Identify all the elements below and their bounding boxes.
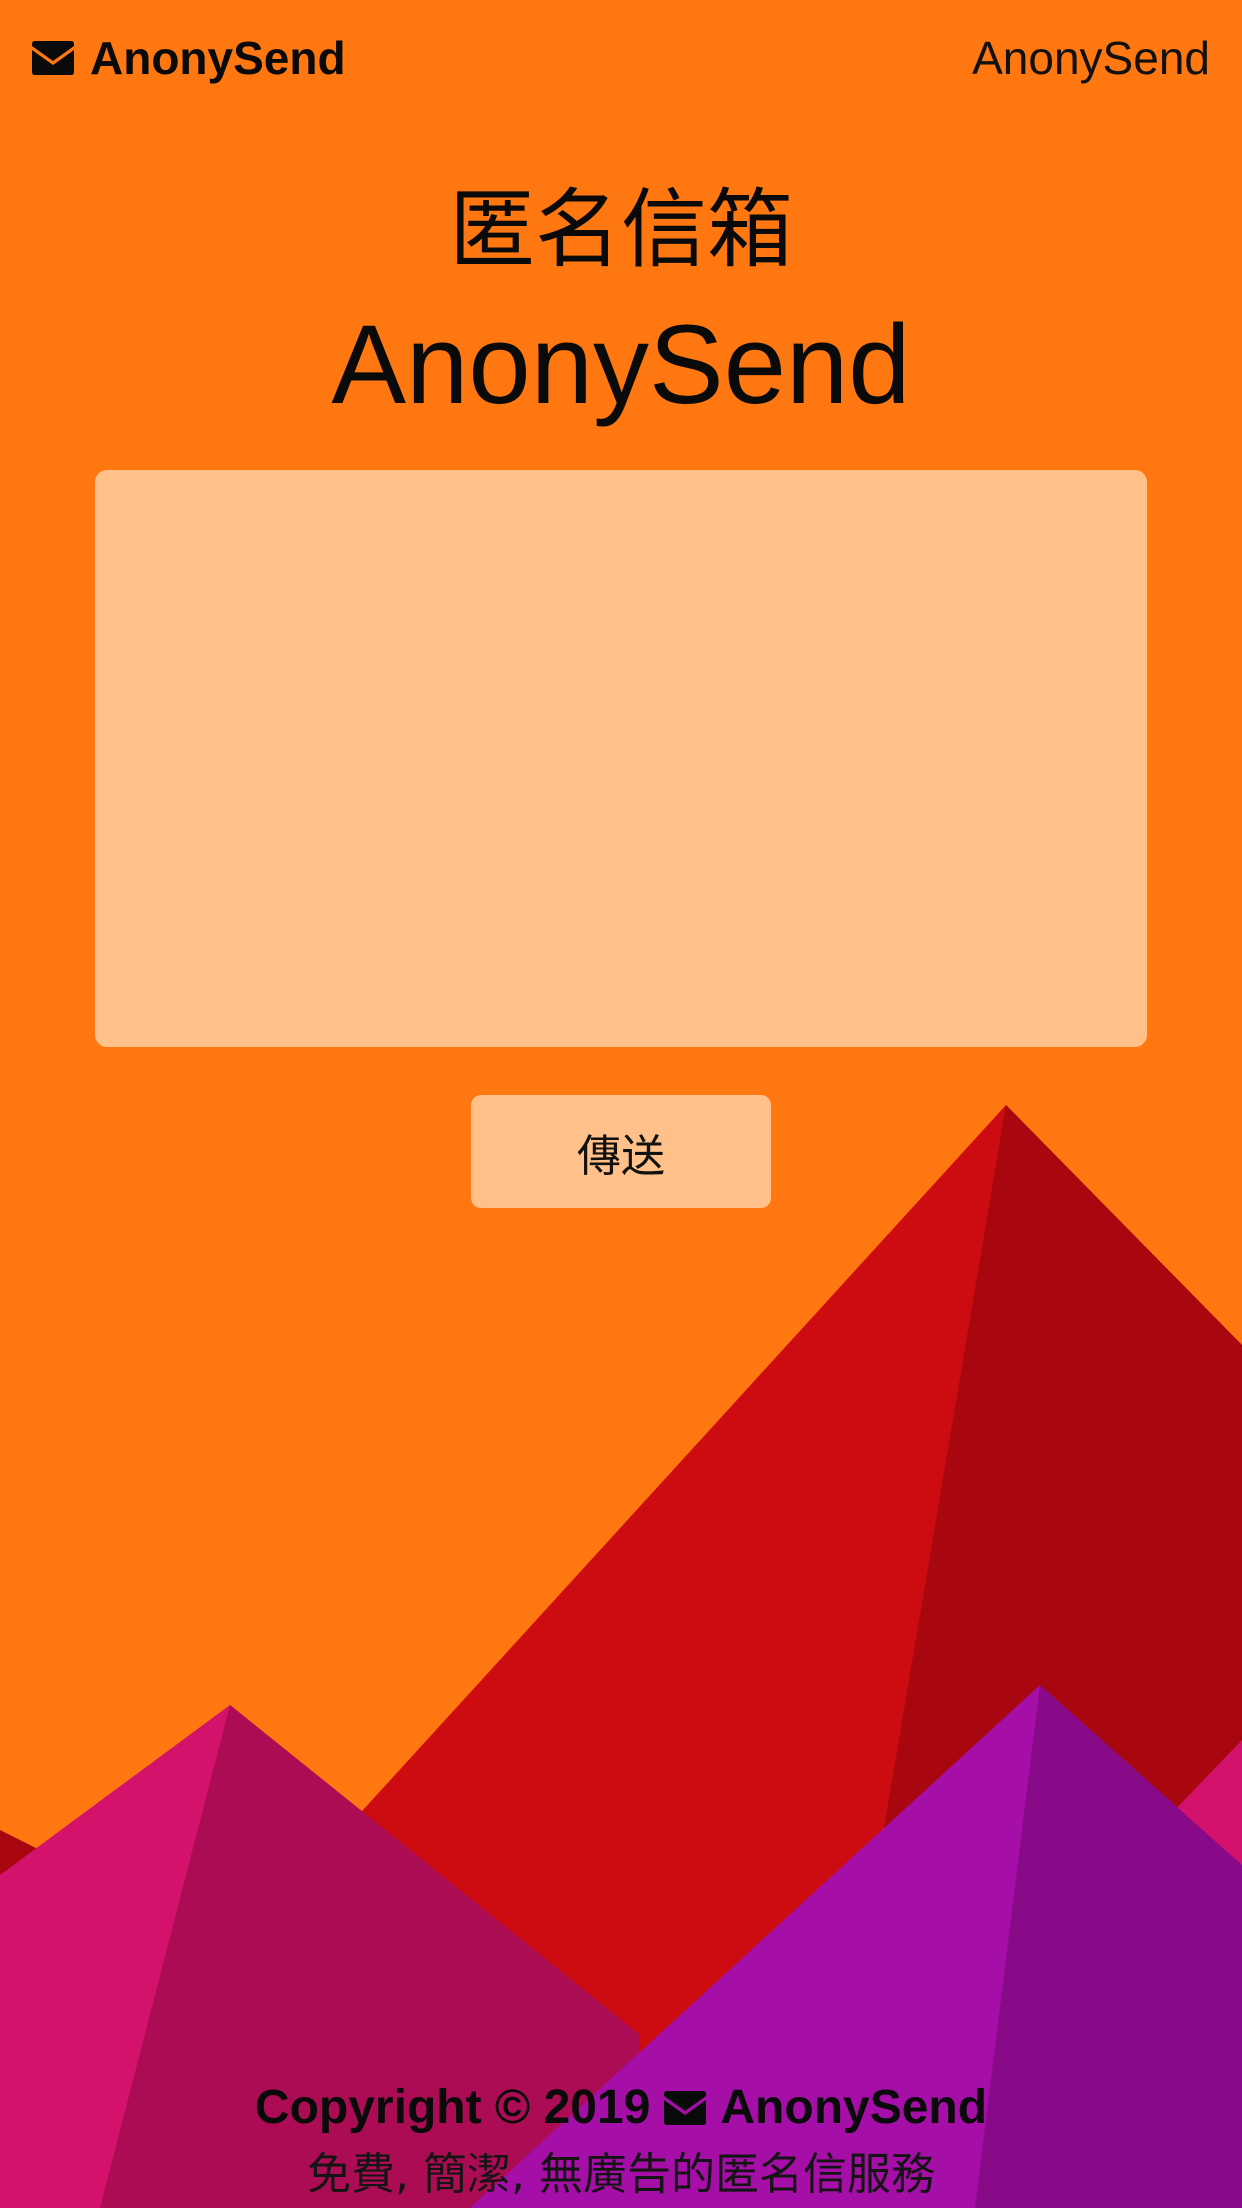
brand-label: AnonySend [90, 32, 346, 84]
send-button[interactable]: 傳送 [471, 1095, 771, 1208]
nav-right-label[interactable]: AnonySend [972, 28, 1210, 88]
brand-link[interactable]: AnonySend [30, 28, 346, 88]
copyright-brand: AnonySend [720, 2081, 988, 2134]
page-title-chinese: 匿名信箱 [449, 180, 793, 280]
envelope-icon [32, 41, 74, 75]
copyright-text: Copyright © 2019 [254, 2081, 651, 2134]
message-input[interactable] [95, 470, 1147, 1047]
footer-copyright: Copyright © 2019 AnonySend [0, 2080, 1242, 2135]
envelope-icon [664, 2090, 707, 2125]
page-title-english: AnonySend [331, 302, 911, 427]
footer-tagline: 免費, 簡潔, 無廣告的匿名信服務 [307, 2149, 935, 2200]
